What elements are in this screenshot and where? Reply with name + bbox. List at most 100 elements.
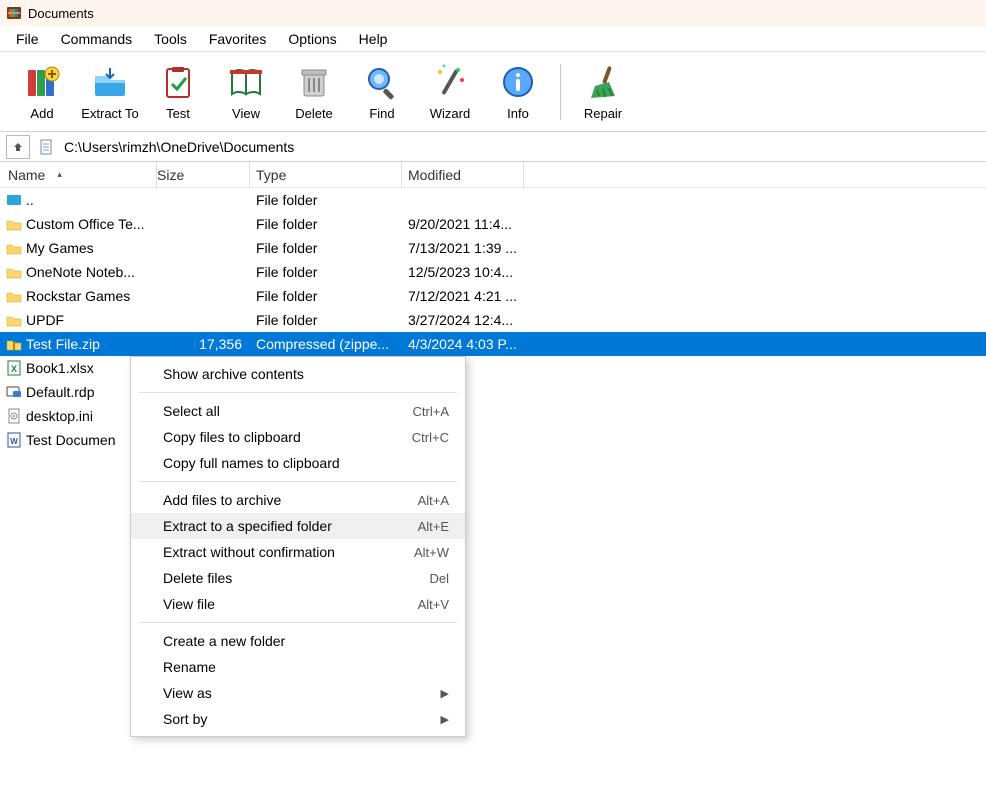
ctx-select-all-shortcut: Ctrl+A [413,404,449,419]
ctx-create-folder[interactable]: Create a new folder [131,628,465,654]
ctx-copy-names-label: Copy full names to clipboard [163,455,340,471]
file-name-label: Default.rdp [26,384,94,400]
toolbar-wizard-label: Wizard [430,106,470,121]
column-type[interactable]: Type [250,162,402,187]
menu-help[interactable]: Help [349,28,398,50]
file-name-cell: UPDF [0,312,157,328]
file-row[interactable]: Custom Office Te...File folder9/20/2021 … [0,212,986,236]
file-type-cell: File folder [250,264,402,280]
folder-icon [6,216,22,232]
books-add-icon [22,62,62,102]
column-size[interactable]: Size [157,162,250,187]
file-name-cell: Test File.zip [0,336,157,352]
file-type-cell: File folder [250,288,402,304]
window-title: Documents [28,6,94,21]
menu-tools[interactable]: Tools [144,28,197,50]
ctx-extract-noconf-label: Extract without confirmation [163,544,335,560]
up-one-level-button[interactable] [6,135,30,159]
file-modified-cell: 9/20/2021 11:4... [402,216,524,232]
file-list-header: Name ▴ Size Type Modified [0,162,986,188]
magnifier-icon [362,62,402,102]
ctx-extract-to-label: Extract to a specified folder [163,518,332,534]
ctx-add-files[interactable]: Add files to archive Alt+A [131,487,465,513]
file-type-cell: File folder [250,192,402,208]
toolbar-test-button[interactable]: Test [144,56,212,128]
ctx-extract-noconf-shortcut: Alt+W [414,545,449,560]
toolbar-add-label: Add [30,106,53,121]
clipboard-check-icon [158,62,198,102]
ctx-view-as-label: View as [163,685,212,701]
ctx-view-as[interactable]: View as ▶ [131,680,465,706]
sort-caret-icon: ▴ [57,169,62,180]
toolbar-repair-button[interactable]: Repair [569,56,637,128]
zip-icon [6,336,22,352]
ctx-delete-files-label: Delete files [163,570,232,586]
xlsx-icon: X [6,360,22,376]
file-modified-cell: 7/12/2021 4:21 ... [402,288,524,304]
docx-icon: W [6,432,22,448]
toolbar-delete-button[interactable]: Delete [280,56,348,128]
ctx-rename[interactable]: Rename [131,654,465,680]
file-row[interactable]: OneNote Noteb...File folder12/5/2023 10:… [0,260,986,284]
chevron-right-icon: ▶ [441,713,449,726]
ctx-sort-by-label: Sort by [163,711,207,727]
file-name-label: Rockstar Games [26,288,130,304]
file-name-cell: .. [0,192,157,208]
toolbar-wizard-button[interactable]: Wizard [416,56,484,128]
rdp-icon [6,384,22,400]
menu-favorites[interactable]: Favorites [199,28,277,50]
current-path[interactable]: C:\Users\rimzh\OneDrive\Documents [64,139,294,155]
toolbar-separator [560,64,561,120]
toolbar-extract-button[interactable]: Extract To [76,56,144,128]
file-row[interactable]: Rockstar Games File folder7/12/2021 4:21 … [0,284,986,308]
column-modified[interactable]: Modified [402,162,524,187]
ctx-add-files-label: Add files to archive [163,492,281,508]
menu-commands[interactable]: Commands [51,28,143,50]
file-name-label: My Games [26,240,94,256]
toolbar-find-button[interactable]: Find [348,56,416,128]
ctx-select-all-label: Select all [163,403,220,419]
ctx-add-files-shortcut: Alt+A [418,493,449,508]
ctx-sort-by[interactable]: Sort by ▶ [131,706,465,732]
file-modified-cell: 4/3/2024 4:03 P... [402,336,524,352]
file-name-label: OneNote Noteb... [26,264,135,280]
ctx-show-archive[interactable]: Show archive contents [131,361,465,387]
menu-bar: File Commands Tools Favorites Options He… [0,26,986,52]
folder-extract-icon [90,62,130,102]
ctx-select-all[interactable]: Select all Ctrl+A [131,398,465,424]
ini-icon [6,408,22,424]
file-name-label: desktop.ini [26,408,93,424]
toolbar-view-label: View [232,106,260,121]
toolbar-view-button[interactable]: View [212,56,280,128]
ctx-create-folder-label: Create a new folder [163,633,285,649]
updir-icon [6,192,22,208]
file-row[interactable]: UPDFFile folder3/27/2024 12:4... [0,308,986,332]
ctx-extract-to[interactable]: Extract to a specified folder Alt+E [131,513,465,539]
winrar-app-icon [6,5,22,21]
trash-icon [294,62,334,102]
broom-icon [583,62,623,102]
file-size-cell: 17,356 [157,336,250,352]
file-row[interactable]: .. File folder [0,188,986,212]
ctx-view-file-label: View file [163,596,215,612]
file-row[interactable]: Test File.zip17,356Compressed (zippe...4… [0,332,986,356]
ctx-delete-files[interactable]: Delete files Del [131,565,465,591]
folder-icon [6,240,22,256]
column-name[interactable]: Name ▴ [0,162,157,187]
ctx-extract-to-shortcut: Alt+E [418,519,449,534]
toolbar-add-button[interactable]: Add [8,56,76,128]
menu-options[interactable]: Options [278,28,346,50]
ctx-copy-names[interactable]: Copy full names to clipboard [131,450,465,476]
file-name-cell: My Games [0,240,157,256]
file-name-cell: OneNote Noteb... [0,264,157,280]
ctx-view-file[interactable]: View file Alt+V [131,591,465,617]
ctx-extract-noconf[interactable]: Extract without confirmation Alt+W [131,539,465,565]
ctx-delete-files-shortcut: Del [429,571,449,586]
ctx-copy-files[interactable]: Copy files to clipboard Ctrl+C [131,424,465,450]
wand-icon [430,62,470,102]
menu-file[interactable]: File [6,28,49,50]
file-row[interactable]: My GamesFile folder7/13/2021 1:39 ... [0,236,986,260]
ctx-rename-label: Rename [163,659,216,675]
ctx-copy-files-label: Copy files to clipboard [163,429,301,445]
toolbar-info-button[interactable]: Info [484,56,552,128]
